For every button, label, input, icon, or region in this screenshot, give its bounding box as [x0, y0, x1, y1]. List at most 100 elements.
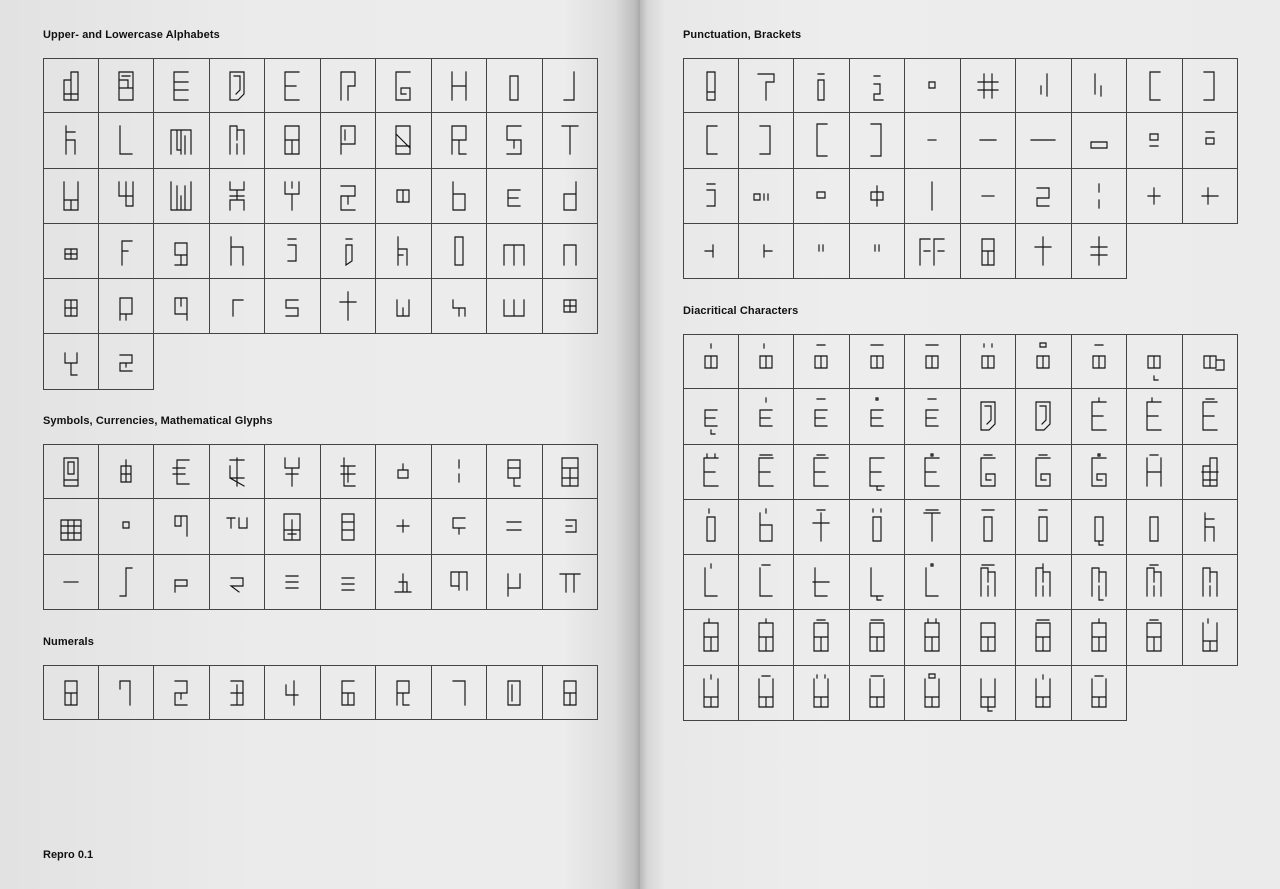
glyph-drawing: F [340, 71, 356, 101]
glyph-cell: 4 [265, 665, 321, 721]
glyph-drawing: ç [704, 409, 718, 435]
glyph-cell: &p [960, 223, 1016, 279]
glyph-drawing: â [814, 344, 828, 369]
glyph-stroke [758, 618, 774, 652]
glyph-drawing: ↔ [870, 185, 884, 207]
glyph-drawing: ; [1205, 131, 1215, 145]
glyph-stroke [924, 618, 940, 652]
glyph-drawing: ā [925, 344, 939, 369]
glyph-drawing: ¤ [341, 513, 355, 541]
glyph-drawing: ï [872, 508, 882, 542]
glyph-stroke [65, 125, 76, 155]
glyph-stroke [1204, 512, 1215, 542]
glyph-drawing: y [64, 352, 78, 376]
glyph-cell: ↔ [849, 168, 905, 224]
glyph-cell: 9 [98, 665, 154, 721]
glyph-cell: ° [98, 499, 154, 555]
glyph-cell: Y [265, 168, 321, 224]
glyph-stroke [1201, 187, 1219, 205]
glyph-cell: ™ [209, 499, 265, 555]
glyph-drawing: “ [874, 244, 880, 252]
glyph-drawing: û [758, 675, 774, 708]
glyph-cell: ¡ [794, 58, 850, 114]
glyph-cell: 0 [487, 665, 543, 721]
glyph-cell: # [542, 444, 598, 500]
glyph-cell: ; [1182, 113, 1238, 169]
glyph-stroke [397, 236, 408, 266]
glyph-drawing: ď [980, 401, 996, 431]
glyph-drawing: { [816, 123, 828, 157]
glyph-stroke [174, 297, 188, 321]
glyph-stroke [63, 71, 79, 101]
glyph-cell: ! [683, 58, 739, 114]
glyph-cell: Ω [431, 554, 487, 610]
glyph-cell: ) [738, 113, 794, 169]
glyph-drawing: ° [122, 521, 130, 529]
glyph-drawing: . [816, 191, 826, 199]
glyph-stroke [1149, 133, 1159, 147]
glyph-stroke [341, 680, 355, 706]
glyph-cell: ž [1016, 168, 1072, 224]
glyph-drawing: ĥ [1146, 454, 1162, 487]
glyph-drawing: ∆ [394, 573, 412, 593]
glyph-stroke [813, 619, 829, 652]
glyph-stroke [172, 459, 190, 485]
glyph-cell: đ [1016, 389, 1072, 445]
glyph-cell: X [209, 168, 265, 224]
glyph-cell: | [905, 168, 961, 224]
glyph-drawing: [ [1149, 71, 1161, 101]
glyph-drawing: R [451, 125, 467, 155]
glyph-drawing: j [345, 238, 353, 266]
glyph-drawing: c [507, 189, 521, 207]
glyph-stroke [813, 454, 829, 487]
glyph-cell: Z [320, 168, 376, 224]
glyph-stroke [395, 125, 412, 155]
glyph-drawing: A [63, 71, 79, 101]
glyph-stroke [1146, 454, 1162, 487]
glyph-drawing: i [287, 238, 297, 262]
glyph-grid-alphabets: A B C D E F G H I J K L M N O P Q R S T U V W X Y Za b c d e f g h i j k l m n… [43, 58, 598, 390]
glyph-stroke [703, 674, 719, 708]
glyph-drawing: ô [813, 619, 829, 652]
glyph-cell: ā [905, 334, 961, 390]
glyph-drawing: æ [1203, 355, 1225, 371]
glyph-drawing: đ [1035, 401, 1051, 431]
glyph-drawing: 9 [119, 680, 131, 706]
glyph-cell: ≤ [154, 554, 210, 610]
glyph-cell: G [376, 58, 432, 114]
glyph-drawing: ĩ [923, 509, 941, 542]
glyph-drawing: ¢ [397, 463, 409, 479]
glyph-cell: ÷ [431, 499, 487, 555]
glyph-drawing: u [396, 299, 410, 317]
glyph-stroke [119, 297, 133, 321]
glyph-cell: a [376, 168, 432, 224]
footer-label: Repro 0.1 [43, 849, 94, 861]
glyph-drawing: ğ [1035, 454, 1051, 487]
glyph-drawing: ĉ [814, 398, 828, 427]
glyph-stroke [341, 577, 355, 591]
glyph-cell: æ [1182, 334, 1238, 390]
glyph-drawing: ∫ [119, 567, 133, 597]
glyph-cell: ‡ [1127, 168, 1183, 224]
glyph-cell: − [43, 554, 99, 610]
glyph-drawing: ļ [870, 567, 884, 601]
glyph-cell: j [320, 223, 376, 279]
glyph-stroke [1146, 619, 1162, 652]
glyph-grid-numerals: 8 9 2 3 4 5 6 7 0 8b [43, 665, 598, 721]
glyph-drawing: ≤ [174, 579, 188, 593]
glyph-stroke [561, 457, 579, 487]
glyph-cell: ě [794, 444, 850, 500]
glyph-cell: £ [320, 444, 376, 500]
glyph-drawing: ‡ [1147, 187, 1161, 205]
glyph-drawing: O [284, 125, 300, 155]
glyph-cell: / [1016, 58, 1072, 114]
glyph-stroke [816, 191, 826, 199]
glyph-stroke [563, 71, 575, 101]
glyph-stroke [64, 680, 78, 706]
glyph-cell: á [683, 334, 739, 390]
glyph-cell: ¤ [320, 499, 376, 555]
glyph-drawing: ≠ [565, 519, 577, 533]
glyph-drawing: › [763, 244, 773, 258]
glyph-stroke [763, 244, 773, 258]
glyph-cell: ¦ [431, 444, 487, 500]
